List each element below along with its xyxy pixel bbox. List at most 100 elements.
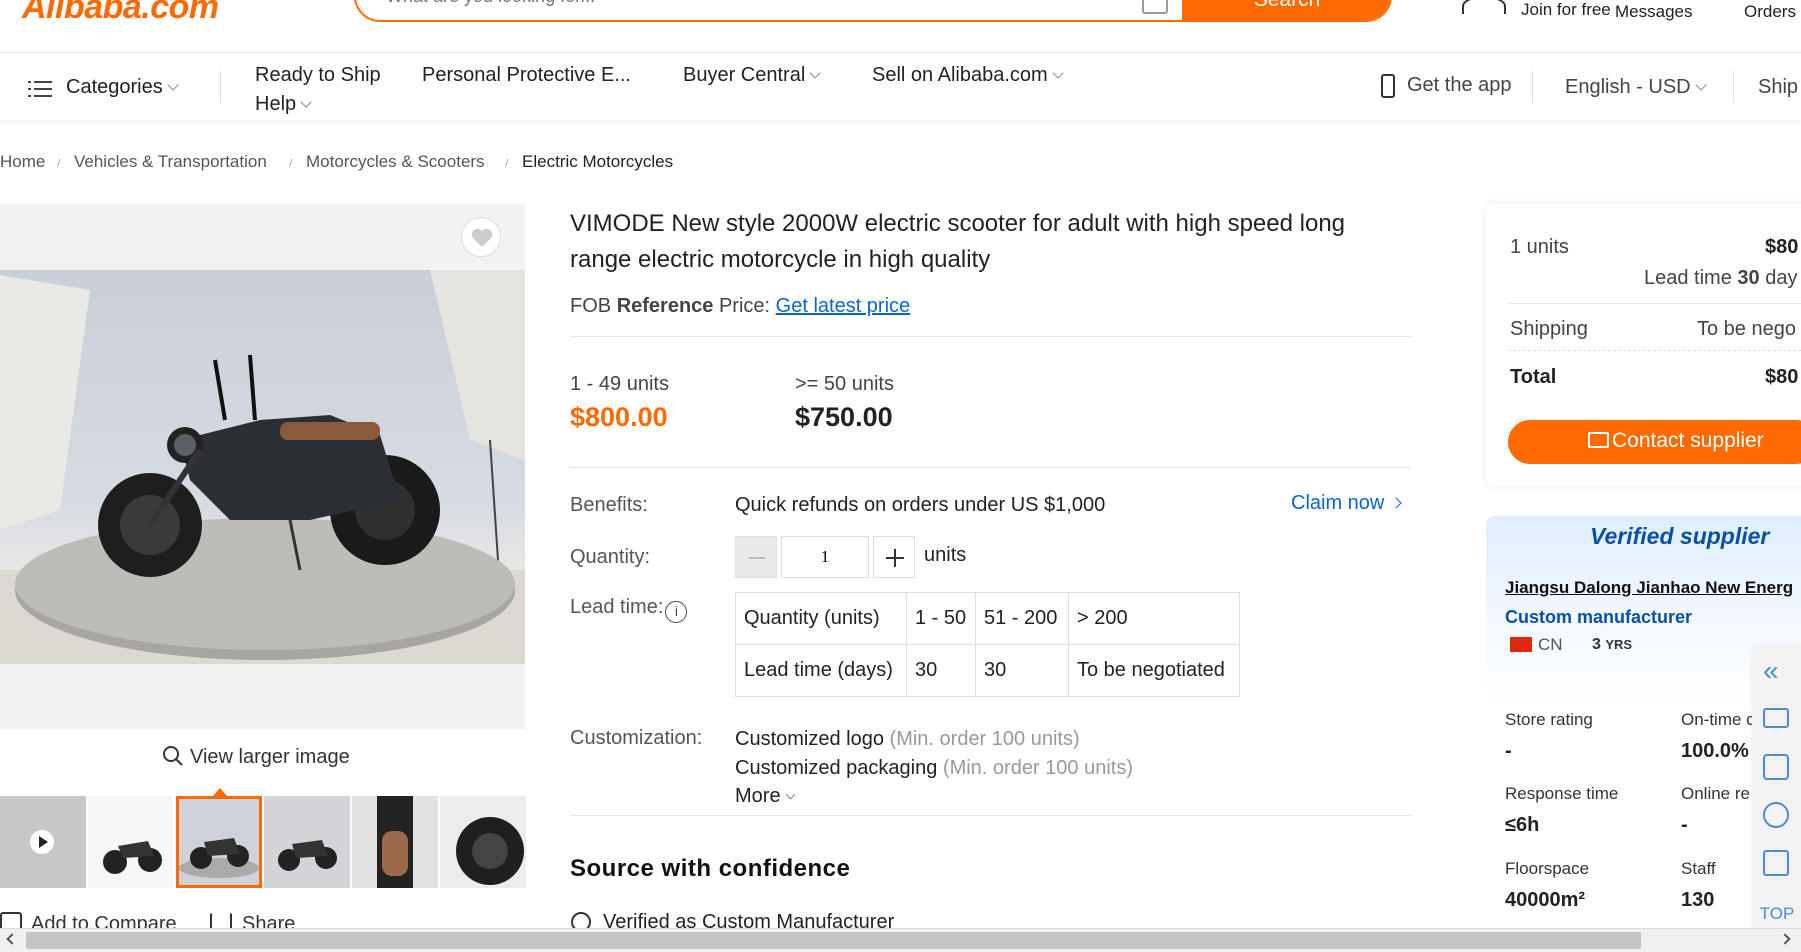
verified-supplier-badge: Verified supplier bbox=[1590, 523, 1770, 549]
nav-ppe[interactable]: Personal Protective E... bbox=[422, 64, 631, 87]
breadcrumb-separator: / bbox=[505, 156, 509, 170]
contact-supplier-button[interactable]: Contact supplier bbox=[1508, 420, 1801, 464]
thumbnail-image[interactable] bbox=[264, 796, 350, 888]
orders-link[interactable]: Orders bbox=[1744, 2, 1796, 22]
nav-buyer-central[interactable]: Buyer Central bbox=[683, 64, 821, 87]
thumbnail-strip bbox=[0, 796, 526, 888]
scrollbar-thumb[interactable] bbox=[26, 932, 1641, 949]
online-revenue-label: Online re bbox=[1681, 784, 1750, 803]
supplier-name-link[interactable]: Jiangsu Dalong Jianhao New Energ bbox=[1505, 578, 1801, 598]
order-unit-price: $80 bbox=[1765, 236, 1799, 258]
order-units: 1 units bbox=[1510, 236, 1569, 258]
divider bbox=[1733, 71, 1734, 103]
floorspace-value: 40000m² bbox=[1505, 889, 1586, 911]
staff-value: 130 bbox=[1681, 889, 1715, 911]
ship-to-select[interactable]: Ship bbox=[1758, 76, 1798, 99]
view-larger-image-link[interactable]: View larger image bbox=[162, 745, 350, 769]
nav-sell[interactable]: Sell on Alibaba.com bbox=[872, 64, 1064, 87]
top-header: Alibaba.com Search Join for free Message… bbox=[0, 0, 1801, 53]
get-app-link[interactable]: Get the app bbox=[1407, 74, 1512, 97]
response-time-value: ≤6h bbox=[1505, 814, 1540, 836]
breadcrumb-motorcycles[interactable]: Motorcycles & Scooters bbox=[306, 152, 485, 172]
nav-ready-to-ship[interactable]: Ready to Ship bbox=[255, 64, 381, 87]
tier-1-price: $800.00 bbox=[570, 402, 668, 432]
chevron-down-icon bbox=[300, 96, 312, 108]
messages-link[interactable]: Messages bbox=[1615, 2, 1692, 22]
supplier-type: Custom manufacturer bbox=[1505, 607, 1693, 627]
table-cell: 30 bbox=[906, 644, 976, 697]
search-input[interactable] bbox=[386, 0, 1146, 20]
thumbnail-image[interactable] bbox=[440, 796, 526, 888]
table-cell: Lead time (days) bbox=[735, 644, 907, 697]
quantity-increment-button[interactable] bbox=[873, 536, 915, 578]
table-cell: > 200 bbox=[1068, 592, 1240, 645]
source-confidence-heading: Source with confidence bbox=[570, 855, 851, 882]
product-main-image[interactable] bbox=[0, 270, 525, 664]
magnifier-icon bbox=[163, 746, 183, 766]
alibaba-logo[interactable]: Alibaba.com bbox=[22, 0, 219, 27]
tier-2-price: $750.00 bbox=[795, 402, 893, 432]
staff-label: Staff bbox=[1681, 859, 1716, 878]
cn-flag-icon bbox=[1510, 637, 1532, 652]
divider bbox=[1508, 303, 1801, 304]
search-button[interactable]: Search bbox=[1182, 0, 1390, 20]
side-toolbar: « TOP bbox=[1752, 646, 1801, 936]
camera-icon[interactable] bbox=[1142, 0, 1168, 14]
customization-item: Customized packaging (Min. order 100 uni… bbox=[735, 757, 1133, 779]
collapse-icon[interactable]: « bbox=[1763, 657, 1789, 686]
benefits-text: Quick refunds on orders under US $1,000 bbox=[735, 494, 1106, 516]
message-icon[interactable] bbox=[1763, 708, 1789, 728]
language-currency-select[interactable]: English - USD bbox=[1565, 76, 1707, 99]
info-icon[interactable]: i bbox=[665, 601, 688, 623]
table-cell: To be negotiated bbox=[1068, 644, 1240, 697]
table-row: Quantity (units) 1 - 50 51 - 200 > 200 bbox=[735, 592, 1240, 645]
store-rating-value: - bbox=[1505, 740, 1512, 762]
user-icon[interactable] bbox=[1462, 0, 1506, 14]
thumbnail-video[interactable] bbox=[0, 796, 86, 888]
get-latest-price-link[interactable]: Get latest price bbox=[776, 295, 911, 317]
envelope-icon bbox=[1588, 432, 1609, 448]
quantity-decrement-button[interactable] bbox=[735, 536, 777, 578]
tier-2-quantity: >= 50 units bbox=[795, 373, 894, 395]
feedback-icon[interactable] bbox=[1763, 850, 1789, 876]
chevron-down-icon bbox=[1694, 79, 1707, 91]
play-icon bbox=[30, 830, 54, 854]
table-row: Lead time (days) 30 30 To be negotiated bbox=[735, 644, 1240, 697]
divider bbox=[570, 336, 1411, 337]
online-revenue-value: - bbox=[1681, 814, 1688, 836]
nav-categories[interactable]: Categories bbox=[66, 76, 179, 99]
history-clock-icon[interactable] bbox=[1763, 802, 1789, 828]
join-free-link[interactable]: Join for free bbox=[1521, 0, 1611, 20]
breadcrumb-home[interactable]: Home bbox=[0, 152, 45, 172]
breadcrumb-current: Electric Motorcycles bbox=[522, 152, 674, 171]
customization-label: Customization: bbox=[570, 727, 703, 749]
quantity-unit: units bbox=[924, 544, 967, 566]
breadcrumb-separator: / bbox=[57, 156, 61, 170]
claim-now-link[interactable]: Claim now bbox=[1291, 492, 1403, 515]
table-cell: 1 - 50 bbox=[906, 592, 976, 645]
nav-help[interactable]: Help bbox=[255, 93, 312, 116]
thumbnail-image-selected[interactable] bbox=[176, 796, 262, 888]
thumbnail-image[interactable] bbox=[352, 796, 438, 888]
nav-bar: Categories Ready to Ship Personal Protec… bbox=[0, 54, 1801, 120]
divider bbox=[570, 467, 1411, 468]
coupon-icon[interactable] bbox=[1763, 754, 1789, 780]
on-time-value: 100.0% bbox=[1681, 740, 1749, 762]
supplier-country: CN bbox=[1538, 635, 1563, 654]
divider bbox=[220, 71, 221, 103]
favorite-button[interactable] bbox=[461, 217, 501, 257]
thumbnail-image[interactable] bbox=[88, 796, 174, 888]
shipping-label: Shipping bbox=[1510, 318, 1588, 340]
more-customization-link[interactable]: More bbox=[735, 785, 796, 808]
breadcrumb-vehicles[interactable]: Vehicles & Transportation bbox=[74, 152, 267, 172]
lead-time-label: Lead time: i bbox=[570, 596, 688, 623]
menu-list-icon[interactable] bbox=[28, 80, 52, 103]
benefits-label: Benefits: bbox=[570, 494, 648, 516]
quantity-label: Quantity: bbox=[570, 546, 651, 568]
total-value: $80 bbox=[1765, 366, 1799, 388]
phone-icon[interactable] bbox=[1381, 74, 1395, 98]
back-to-top-button[interactable]: TOP bbox=[1758, 890, 1796, 923]
store-rating-label: Store rating bbox=[1505, 710, 1593, 729]
customization-item: Customized logo (Min. order 100 units) bbox=[735, 728, 1080, 750]
quantity-input[interactable] bbox=[781, 536, 869, 578]
